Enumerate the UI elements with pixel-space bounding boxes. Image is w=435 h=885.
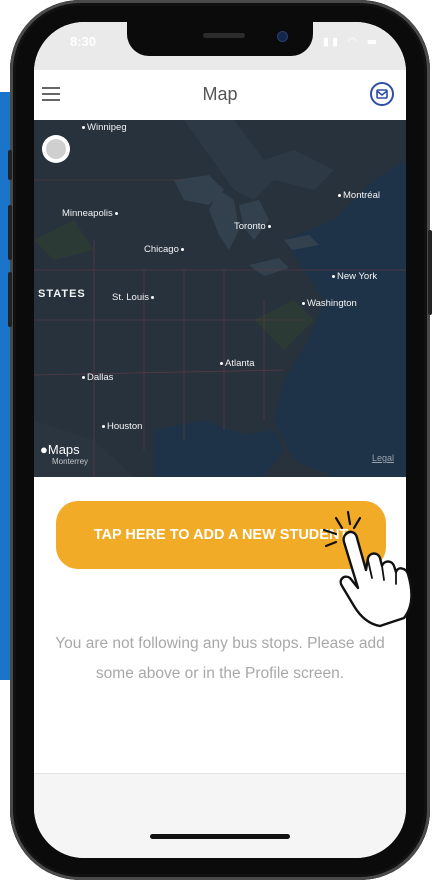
map-label-winnipeg: Winnipeg bbox=[80, 122, 127, 133]
phone-volume-up-button bbox=[8, 205, 12, 260]
map-label-houston: Houston bbox=[100, 421, 142, 432]
phone-frame: 8:30 ▮▮ ◠ ▬ Map Winnipeg Montréal Minnea… bbox=[8, 0, 432, 880]
map-view[interactable]: Winnipeg Montréal Minneapolis Toronto Ch… bbox=[34, 120, 406, 477]
legal-link[interactable]: Legal bbox=[372, 453, 394, 463]
phone-screen: 8:30 ▮▮ ◠ ▬ Map Winnipeg Montréal Minnea… bbox=[34, 22, 406, 858]
home-indicator[interactable] bbox=[150, 834, 290, 839]
map-label-montreal: Montréal bbox=[336, 190, 380, 201]
phone-side-button bbox=[8, 150, 12, 180]
map-label-dallas: Dallas bbox=[80, 372, 113, 383]
apple-logo-icon: ● bbox=[40, 442, 48, 457]
map-label-washington: Washington bbox=[300, 298, 357, 309]
notch bbox=[127, 22, 313, 56]
location-toggle-button[interactable] bbox=[42, 135, 70, 163]
map-label-monterrey: Monterrey bbox=[52, 457, 89, 466]
phone-volume-down-button bbox=[8, 272, 12, 327]
apple-maps-attribution: ●Maps bbox=[40, 442, 80, 457]
phone-power-button bbox=[428, 230, 432, 315]
page-title: Map bbox=[202, 84, 238, 104]
envelope-icon[interactable] bbox=[370, 82, 394, 106]
map-label-minneapolis: Minneapolis bbox=[62, 208, 120, 219]
nav-bar: Map bbox=[34, 70, 406, 121]
status-icons: ▮▮ ◠ ▬ bbox=[322, 35, 380, 48]
map-label-atlanta: Atlanta bbox=[218, 358, 255, 369]
map-label-new-york: New York bbox=[330, 271, 377, 282]
bottom-bar bbox=[34, 773, 406, 858]
speaker-grille bbox=[203, 33, 245, 38]
tap-hand-icon bbox=[322, 510, 413, 628]
map-label-st-louis: St. Louis bbox=[112, 292, 156, 303]
empty-state-message: You are not following any bus stops. Ple… bbox=[55, 635, 385, 682]
status-time: 8:30 bbox=[70, 34, 97, 49]
map-label-chicago: Chicago bbox=[144, 244, 186, 255]
front-camera bbox=[277, 31, 288, 42]
map-label-states: STATES bbox=[38, 288, 86, 300]
map-label-toronto: Toronto bbox=[234, 221, 273, 232]
